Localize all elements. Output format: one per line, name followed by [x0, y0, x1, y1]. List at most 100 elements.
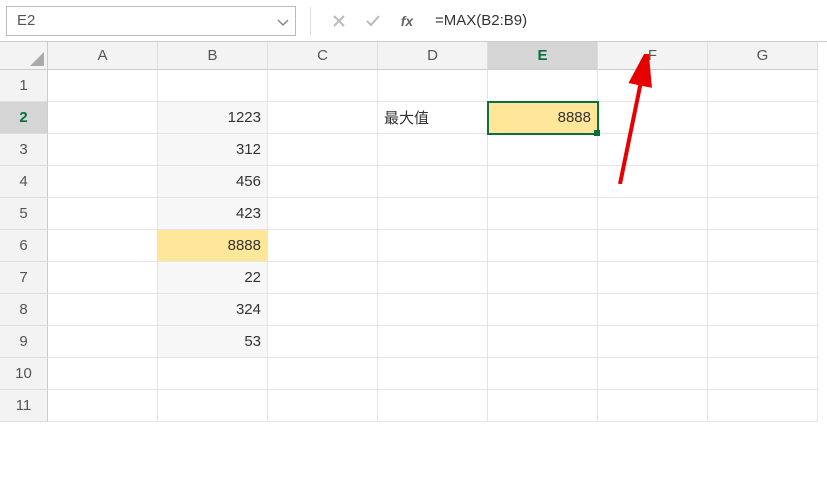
- cell-A1[interactable]: [48, 70, 158, 102]
- cell-E5[interactable]: [488, 198, 598, 230]
- cell-D11[interactable]: [378, 390, 488, 422]
- cell-B6[interactable]: 8888: [158, 230, 268, 262]
- row-header-8[interactable]: 8: [0, 294, 48, 326]
- cell-E6[interactable]: [488, 230, 598, 262]
- cell-B7[interactable]: 22: [158, 262, 268, 294]
- name-box[interactable]: E2: [6, 6, 296, 36]
- row-header-11[interactable]: 11: [0, 390, 48, 422]
- cell-D5[interactable]: [378, 198, 488, 230]
- chevron-down-icon[interactable]: [277, 16, 289, 28]
- fill-handle[interactable]: [594, 130, 600, 136]
- cell-F9[interactable]: [598, 326, 708, 358]
- cell-G11[interactable]: [708, 390, 818, 422]
- cell-E10[interactable]: [488, 358, 598, 390]
- cell-D8[interactable]: [378, 294, 488, 326]
- fx-icon[interactable]: fx: [393, 7, 421, 35]
- cell-D6[interactable]: [378, 230, 488, 262]
- cell-C4[interactable]: [268, 166, 378, 198]
- cell-B11[interactable]: [158, 390, 268, 422]
- cell-F8[interactable]: [598, 294, 708, 326]
- col-header-F[interactable]: F: [598, 42, 708, 70]
- row-header-6[interactable]: 6: [0, 230, 48, 262]
- cell-B5[interactable]: 423: [158, 198, 268, 230]
- col-header-E[interactable]: E: [488, 42, 598, 70]
- cell-F3[interactable]: [598, 134, 708, 166]
- cell-D3[interactable]: [378, 134, 488, 166]
- col-header-G[interactable]: G: [708, 42, 818, 70]
- formula-input[interactable]: [427, 6, 821, 36]
- cell-E1[interactable]: [488, 70, 598, 102]
- cell-B9[interactable]: 53: [158, 326, 268, 358]
- col-header-B[interactable]: B: [158, 42, 268, 70]
- row-header-10[interactable]: 10: [0, 358, 48, 390]
- cell-B2[interactable]: 1223: [158, 102, 268, 134]
- cell-E7[interactable]: [488, 262, 598, 294]
- cell-A3[interactable]: [48, 134, 158, 166]
- cell-G2[interactable]: [708, 102, 818, 134]
- cell-A10[interactable]: [48, 358, 158, 390]
- cell-A11[interactable]: [48, 390, 158, 422]
- cell-A9[interactable]: [48, 326, 158, 358]
- row-header-1[interactable]: 1: [0, 70, 48, 102]
- cell-E4[interactable]: [488, 166, 598, 198]
- cell-A2[interactable]: [48, 102, 158, 134]
- cell-C8[interactable]: [268, 294, 378, 326]
- row-header-3[interactable]: 3: [0, 134, 48, 166]
- cell-G7[interactable]: [708, 262, 818, 294]
- cell-G5[interactable]: [708, 198, 818, 230]
- cell-D1[interactable]: [378, 70, 488, 102]
- cell-F11[interactable]: [598, 390, 708, 422]
- cell-C11[interactable]: [268, 390, 378, 422]
- cell-E11[interactable]: [488, 390, 598, 422]
- cell-C3[interactable]: [268, 134, 378, 166]
- cell-D4[interactable]: [378, 166, 488, 198]
- cell-B8[interactable]: 324: [158, 294, 268, 326]
- cell-C6[interactable]: [268, 230, 378, 262]
- cell-G3[interactable]: [708, 134, 818, 166]
- cell-G6[interactable]: [708, 230, 818, 262]
- cell-F6[interactable]: [598, 230, 708, 262]
- cell-A4[interactable]: [48, 166, 158, 198]
- cell-F2[interactable]: [598, 102, 708, 134]
- cell-G4[interactable]: [708, 166, 818, 198]
- col-header-D[interactable]: D: [378, 42, 488, 70]
- cell-C2[interactable]: [268, 102, 378, 134]
- col-header-A[interactable]: A: [48, 42, 158, 70]
- cell-E3[interactable]: [488, 134, 598, 166]
- row-header-2[interactable]: 2: [0, 102, 48, 134]
- cell-E9[interactable]: [488, 326, 598, 358]
- row-header-9[interactable]: 9: [0, 326, 48, 358]
- cell-G8[interactable]: [708, 294, 818, 326]
- cell-D2[interactable]: 最大值: [378, 102, 488, 134]
- cell-C10[interactable]: [268, 358, 378, 390]
- check-icon[interactable]: [359, 7, 387, 35]
- cell-C1[interactable]: [268, 70, 378, 102]
- cell-A5[interactable]: [48, 198, 158, 230]
- cell-B4[interactable]: 456: [158, 166, 268, 198]
- cell-F1[interactable]: [598, 70, 708, 102]
- cell-D9[interactable]: [378, 326, 488, 358]
- cell-F10[interactable]: [598, 358, 708, 390]
- cell-F4[interactable]: [598, 166, 708, 198]
- cell-A8[interactable]: [48, 294, 158, 326]
- cell-C9[interactable]: [268, 326, 378, 358]
- cell-D7[interactable]: [378, 262, 488, 294]
- row-header-5[interactable]: 5: [0, 198, 48, 230]
- cell-B3[interactable]: 312: [158, 134, 268, 166]
- cell-B1[interactable]: [158, 70, 268, 102]
- cell-G9[interactable]: [708, 326, 818, 358]
- cell-E2[interactable]: 8888: [488, 102, 598, 134]
- cell-E8[interactable]: [488, 294, 598, 326]
- cell-A6[interactable]: [48, 230, 158, 262]
- cell-G1[interactable]: [708, 70, 818, 102]
- select-all-corner[interactable]: [0, 42, 48, 70]
- cell-F7[interactable]: [598, 262, 708, 294]
- cell-D10[interactable]: [378, 358, 488, 390]
- cell-A7[interactable]: [48, 262, 158, 294]
- cell-B10[interactable]: [158, 358, 268, 390]
- cell-C5[interactable]: [268, 198, 378, 230]
- row-header-7[interactable]: 7: [0, 262, 48, 294]
- row-header-4[interactable]: 4: [0, 166, 48, 198]
- cell-G10[interactable]: [708, 358, 818, 390]
- cell-C7[interactable]: [268, 262, 378, 294]
